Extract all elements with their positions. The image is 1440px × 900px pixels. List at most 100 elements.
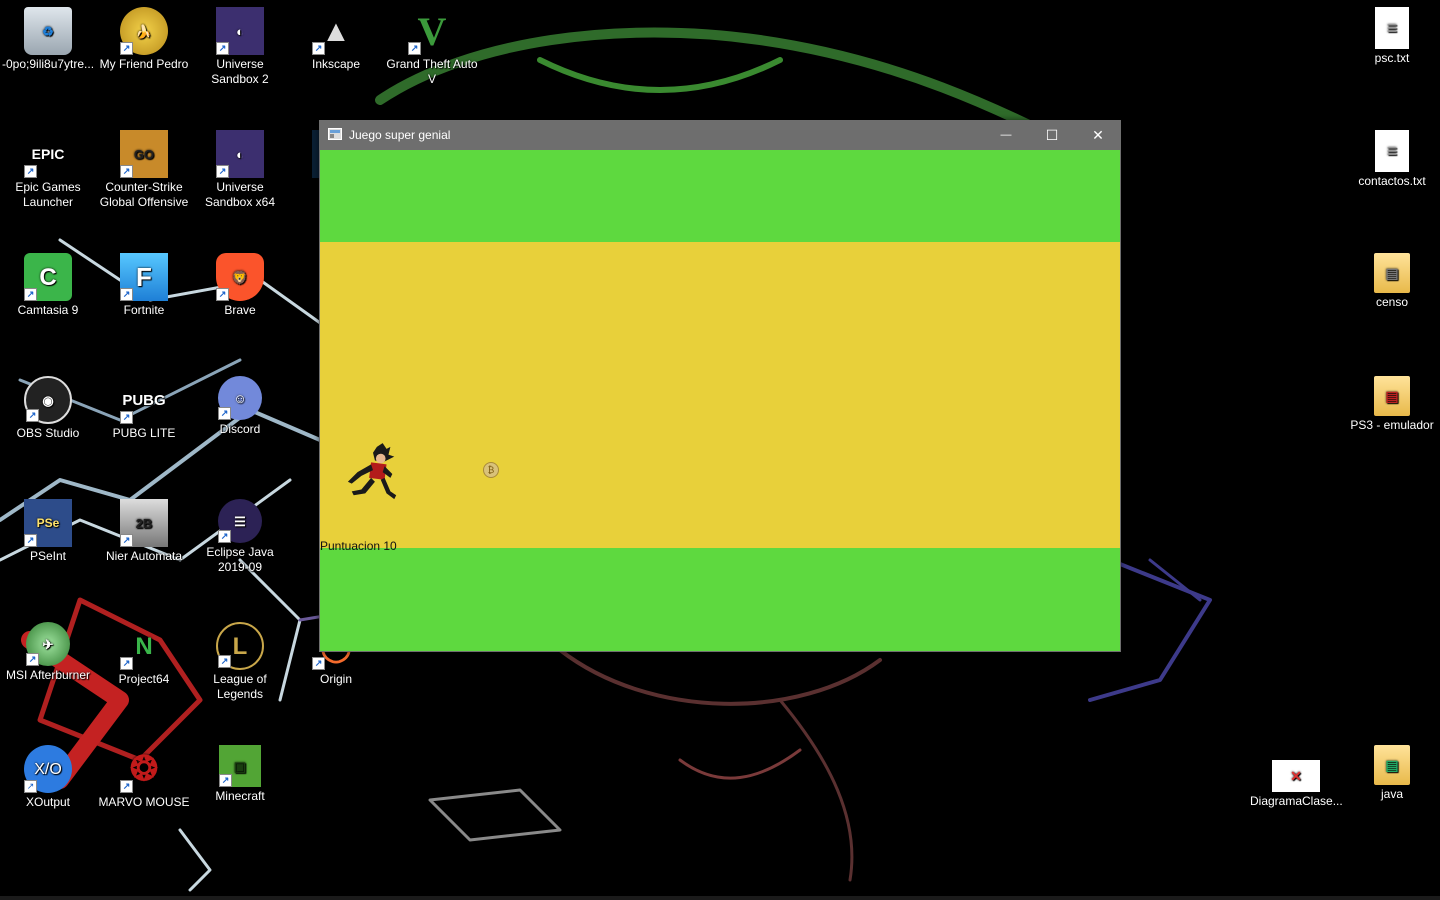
diagram-file-icon: ✕ (1272, 760, 1320, 792)
folder-icon: ▤ (1374, 376, 1410, 416)
msi-afterburner-icon: ✈ ↗ (26, 622, 70, 666)
eclipse-icon: ☰ ↗ (218, 499, 262, 543)
maximize-button[interactable]: ☐ (1029, 120, 1075, 150)
fortnite-icon: F ↗ (120, 253, 168, 301)
desktop-icon-project64[interactable]: N ↗ Project64 (96, 615, 192, 687)
desktop-icon-label: Nier Automata (105, 549, 183, 563)
desktop-icon-diagrama-clase[interactable]: ✕ DiagramaClase... (1248, 738, 1344, 809)
window-title: Juego super genial (349, 128, 451, 142)
league-of-legends-icon: L ↗ (216, 622, 264, 670)
desktop-icon-label: -0po;9ili8u7ytre... (2, 57, 95, 71)
desktop-icon-xoutput[interactable]: X/O ↗ XOutput (0, 738, 96, 810)
desktop-icon-minecraft[interactable]: ▣ ↗ Minecraft (192, 738, 288, 804)
java-window-icon (328, 128, 342, 140)
minecraft-icon: ▣ ↗ (219, 745, 261, 787)
universe-sandbox-2-icon: ◐ ↗ (216, 7, 264, 55)
desktop-icon-fortnite[interactable]: F ↗ Fortnite (96, 246, 192, 318)
maximize-icon: ☐ (1045, 126, 1059, 143)
text-file-icon: ≡ (1375, 130, 1409, 172)
close-icon: ✕ (1092, 126, 1104, 143)
desktop-icon-pseint[interactable]: PSe ↗ PSeInt (0, 492, 96, 564)
desktop-icon-label: PSeInt (29, 549, 67, 563)
desktop-icon-label: Universe Sandbox 2 (211, 57, 269, 86)
desktop-icon-label: Fortnite (123, 303, 165, 317)
desktop-icon-recycle-bin[interactable]: ♻ -0po;9ili8u7ytre... (0, 0, 96, 72)
desktop-icon-ps3-emulador[interactable]: ▤ PS3 - emulador (1344, 369, 1440, 433)
taskbar-edge (0, 896, 1440, 900)
xoutput-icon: X/O ↗ (24, 745, 72, 793)
desktop-icon-label: Eclipse Java 2019-09 (206, 545, 274, 574)
desktop-icon-label: XOutput (25, 795, 71, 809)
desktop-icon-label: PUBG LITE (112, 426, 176, 440)
desktop-icon-epic-games[interactable]: EPIC ↗ Epic Games Launcher (0, 123, 96, 210)
desktop-icon-contactos-txt[interactable]: ≡ contactos.txt (1344, 123, 1440, 189)
brave-icon: 🦁 ↗ (216, 253, 264, 301)
desktop-icon-label: Camtasia 9 (17, 303, 79, 317)
desktop-icon-label: Project64 (118, 672, 170, 686)
desktop-icon-brave[interactable]: 🦁 ↗ Brave (192, 246, 288, 318)
folder-icon: ▤ (1374, 253, 1410, 293)
minimize-icon: — (1000, 129, 1012, 141)
camtasia-icon: C ↗ (24, 253, 72, 301)
coin-icon: ₿ (483, 462, 499, 478)
desktop-icon-java[interactable]: ▤ java (1344, 738, 1440, 802)
desktop-icon-label: Epic Games Launcher (15, 180, 81, 209)
text-file-icon: ≡ (1375, 7, 1409, 49)
desktop-icon-censo[interactable]: ▤ censo (1344, 246, 1440, 310)
pubg-lite-icon: PUBG ↗ (120, 376, 168, 424)
project64-icon: N ↗ (120, 622, 168, 670)
nier-automata-icon: 2B ↗ (120, 499, 168, 547)
desktop-icon-label: Universe Sandbox x64 (204, 180, 276, 209)
epic-games-icon: EPIC ↗ (24, 130, 72, 178)
desktop-icon-label: PS3 - emulador (1350, 418, 1434, 432)
obs-icon: ◉ ↗ (24, 376, 72, 424)
sand-path (320, 242, 1120, 548)
grass-top (320, 150, 1120, 242)
desktop-icon-my-friend-pedro[interactable]: 🍌 ↗ My Friend Pedro (96, 0, 192, 72)
grass-bottom (320, 548, 1120, 651)
folder-icon: ▤ (1374, 745, 1410, 785)
desktop-icon-universe-sandbox-2[interactable]: ◐ ↗ Universe Sandbox 2 (192, 0, 288, 87)
desktop-icon-csgo[interactable]: GO ↗ Counter-Strike Global Offensive (96, 123, 192, 210)
desktop-icon-label: Brave (224, 303, 256, 317)
minimize-button[interactable]: — (983, 120, 1029, 150)
desktop-icon-psc-txt[interactable]: ≡ psc.txt (1344, 0, 1440, 66)
marvo-mouse-icon: ❂ ↗ (120, 745, 168, 793)
inkscape-icon: ▲ ↗ (312, 7, 360, 55)
desktop-icon-universe-sandbox-x64[interactable]: ◐ ↗ Universe Sandbox x64 (192, 123, 288, 210)
score-label: Puntuacion 10 (320, 539, 397, 553)
desktop-icon-label: Grand Theft Auto V (386, 57, 478, 86)
desktop-icon-label: Origin (319, 672, 352, 686)
desktop-icon-camtasia[interactable]: C ↗ Camtasia 9 (0, 246, 96, 318)
gta-v-icon: V ↗ (408, 7, 456, 55)
desktop-icon-league-of-legends[interactable]: L ↗ League of Legends (192, 615, 288, 702)
desktop-icon-label: MSI Afterburner (5, 668, 91, 682)
desktop-icon-label: DiagramaClase... (1250, 794, 1343, 808)
desktop-icon-label: Discord (219, 422, 261, 436)
universe-sandbox-x64-icon: ◐ ↗ (216, 130, 264, 178)
recycle-bin-icon: ♻ (24, 7, 72, 55)
desktop-icon-marvo-mouse[interactable]: ❂ ↗ MARVO MOUSE (96, 738, 192, 810)
desktop-icon-nier-automata[interactable]: 2B ↗ Nier Automata (96, 492, 192, 564)
desktop-icon-label: censo (1375, 295, 1409, 309)
desktop-icon-msi-afterburner[interactable]: ✈ ↗ MSI Afterburner (0, 615, 96, 683)
desktop-icon-pubg-lite[interactable]: PUBG ↗ PUBG LITE (96, 369, 192, 441)
desktop-icon-label: Inkscape (311, 57, 361, 71)
desktop-icon-label: Counter-Strike Global Offensive (99, 180, 189, 209)
desktop-icon-label: OBS Studio (16, 426, 80, 440)
desktop-icon-label: psc.txt (1374, 51, 1410, 65)
desktop-icon-gta-v[interactable]: V ↗ Grand Theft Auto V (384, 0, 480, 87)
desktop-icon-obs[interactable]: ◉ ↗ OBS Studio (0, 369, 96, 441)
game-canvas[interactable]: ₿ Puntuacion 10 (320, 150, 1120, 651)
desktop-icon-label: League of Legends (213, 672, 267, 701)
desktop-icon-label: java (1380, 787, 1403, 801)
desktop-icon-inkscape[interactable]: ▲ ↗ Inkscape (288, 0, 384, 72)
window-titlebar[interactable]: Juego super genial — ☐ ✕ (319, 120, 1121, 150)
desktop-icon-label: My Friend Pedro (99, 57, 189, 71)
desktop-icon-eclipse[interactable]: ☰ ↗ Eclipse Java 2019-09 (192, 492, 288, 575)
game-window[interactable]: Juego super genial — ☐ ✕ ₿ Puntuacion 10 (319, 120, 1121, 652)
desktop-icon-label: MARVO MOUSE (98, 795, 190, 809)
desktop-icon-label: Minecraft (215, 789, 265, 803)
close-button[interactable]: ✕ (1075, 120, 1121, 150)
desktop-icon-discord[interactable]: ☺ ↗ Discord (192, 369, 288, 437)
